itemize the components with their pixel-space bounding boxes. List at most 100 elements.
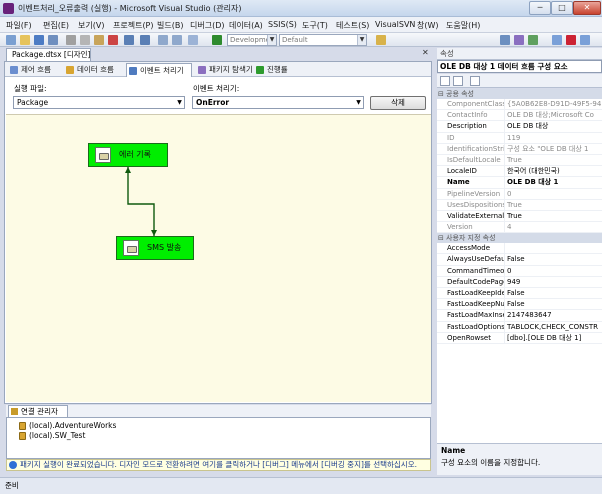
maximize-button[interactable]: □ bbox=[551, 1, 573, 15]
property-value[interactable]: 2147483647 bbox=[505, 310, 602, 320]
tab-connection-manager[interactable]: 연결 관리자 bbox=[8, 405, 68, 417]
property-row[interactable]: LocaleID 한국어 (대한민국) bbox=[437, 166, 602, 178]
save-all-icon[interactable] bbox=[48, 35, 58, 45]
property-row[interactable]: IsDefaultLocale True bbox=[437, 154, 602, 167]
menu-debug[interactable]: 디버그(D) bbox=[190, 20, 224, 31]
redo-icon[interactable] bbox=[140, 35, 150, 45]
property-value[interactable]: 0 bbox=[505, 266, 602, 276]
task-error-log[interactable]: 에러 기록 bbox=[88, 143, 168, 167]
property-row[interactable]: UsesDispositions True bbox=[437, 199, 602, 211]
property-row[interactable]: Name OLE DB 대상 1 bbox=[437, 177, 602, 189]
restart-icon[interactable] bbox=[580, 35, 590, 45]
property-row[interactable]: ID 119 bbox=[437, 132, 602, 144]
property-value[interactable]: True bbox=[505, 211, 602, 221]
property-value[interactable]: False bbox=[505, 299, 602, 309]
property-row[interactable]: DefaultCodePage 949 bbox=[437, 276, 602, 288]
document-tab-package[interactable]: Package.dtsx [디자인] bbox=[6, 48, 91, 61]
event-handler-canvas[interactable] bbox=[6, 114, 431, 402]
connection-manager-header bbox=[6, 405, 431, 417]
event-handler-select[interactable]: OnError ▼ bbox=[192, 96, 364, 109]
cut-icon[interactable] bbox=[66, 35, 76, 45]
stop-icon[interactable] bbox=[566, 35, 576, 45]
comment-icon[interactable] bbox=[188, 35, 198, 45]
menu-test[interactable]: 테스트(S) bbox=[336, 20, 369, 31]
close-button[interactable]: ✕ bbox=[573, 1, 601, 15]
property-value[interactable]: False bbox=[505, 288, 602, 298]
property-value[interactable]: OLE DB 대상 1 bbox=[505, 177, 602, 187]
property-row[interactable]: Description OLE DB 대상 bbox=[437, 121, 602, 133]
menu-project[interactable]: 프로젝트(P) bbox=[113, 20, 154, 31]
execution-info-bar[interactable]: 패키지 실행이 완료되었습니다. 디자인 모드로 전환하려면 여기를 클릭하거나… bbox=[6, 459, 431, 471]
property-value[interactable]: [dbo].[OLE DB 대상 1] bbox=[505, 333, 602, 343]
property-row[interactable]: CommandTimeout0 bbox=[437, 265, 602, 277]
category-custom[interactable]: 사용자 지정 속성 bbox=[437, 233, 602, 244]
tab-data-flow[interactable]: 데이터 흐름 bbox=[64, 63, 126, 77]
menu-edit[interactable]: 편집(E) bbox=[43, 20, 69, 31]
connection-adventureworks[interactable]: (local).AdventureWorks bbox=[19, 421, 116, 430]
property-value[interactable]: OLE DB 대상 bbox=[505, 121, 602, 131]
delete-icon[interactable] bbox=[108, 35, 118, 45]
property-value[interactable]: 949 bbox=[505, 277, 602, 287]
properties-object-select[interactable]: OLE DB 대상 1 데이터 흐름 구성 요소 bbox=[437, 60, 602, 73]
menu-view[interactable]: 보기(V) bbox=[78, 20, 104, 31]
menu-ssis[interactable]: SSIS(S) bbox=[268, 20, 297, 29]
menu-visualsvn[interactable]: VisualSVN bbox=[375, 20, 415, 29]
property-row[interactable]: IdentificationString구성 요소 "OLE DB 대상 1 bbox=[437, 143, 602, 155]
start-debug-icon[interactable] bbox=[212, 35, 222, 45]
navigate-forward-icon[interactable] bbox=[172, 35, 182, 45]
property-row[interactable]: PipelineVersion 0 bbox=[437, 188, 602, 200]
tab-package-explorer[interactable]: 패키지 탐색기 bbox=[196, 63, 260, 77]
property-value[interactable] bbox=[505, 243, 602, 253]
menu-tools[interactable]: 도구(T) bbox=[302, 20, 328, 31]
property-row[interactable]: FastLoadMaxInsertCommitSize2147483647 bbox=[437, 310, 602, 322]
solution-config-select[interactable]: Development ▼ bbox=[227, 34, 277, 46]
find-icon[interactable] bbox=[376, 35, 386, 45]
tab-progress[interactable]: 진행률 bbox=[254, 63, 300, 77]
property-name: PipelineVersion bbox=[437, 188, 505, 199]
save-icon[interactable] bbox=[34, 35, 44, 45]
copy-icon[interactable] bbox=[80, 35, 90, 45]
delete-button[interactable]: 삭제 bbox=[370, 96, 426, 110]
menu-data[interactable]: 데이터(A) bbox=[229, 20, 263, 31]
property-row[interactable]: FastLoadKeepIdentityFalse bbox=[437, 288, 602, 300]
menu-build[interactable]: 빌드(B) bbox=[157, 20, 183, 31]
executable-select[interactable]: Package ▼ bbox=[13, 96, 185, 109]
property-row[interactable]: Version 4 bbox=[437, 222, 602, 234]
property-row[interactable]: ContactInfo OLE DB 대상;Microsoft Co bbox=[437, 110, 602, 122]
property-row[interactable]: AlwaysUseDefaultCodePageFalse bbox=[437, 254, 602, 266]
solution-platform-select[interactable]: Default ▼ bbox=[279, 34, 367, 46]
open-icon[interactable] bbox=[20, 35, 30, 45]
tab-control-flow[interactable]: 제어 흐름 bbox=[8, 63, 64, 77]
menu-help[interactable]: 도움말(H) bbox=[446, 20, 480, 31]
paste-icon[interactable] bbox=[94, 35, 104, 45]
property-pages-icon[interactable] bbox=[470, 76, 480, 86]
property-row[interactable]: AccessMode bbox=[437, 243, 602, 255]
task-sms[interactable]: SMS 발송 bbox=[116, 236, 194, 260]
property-row[interactable]: OpenRowset [dbo].[OLE DB 대상 1] bbox=[437, 332, 602, 344]
property-row[interactable]: FastLoadKeepNullsFalse bbox=[437, 299, 602, 311]
navigate-back-icon[interactable] bbox=[158, 35, 168, 45]
menu-window[interactable]: 창(W) bbox=[417, 20, 439, 31]
categorized-icon[interactable] bbox=[440, 76, 450, 86]
close-document-icon[interactable]: ✕ bbox=[422, 48, 429, 57]
new-project-icon[interactable] bbox=[6, 35, 16, 45]
connection-sw-test[interactable]: (local).SW_Test bbox=[19, 431, 85, 440]
alphabetical-icon[interactable] bbox=[453, 76, 463, 86]
menu-file[interactable]: 파일(F) bbox=[6, 20, 32, 31]
property-value[interactable]: 한국어 (대한민국) bbox=[505, 166, 602, 176]
property-value: 구성 요소 "OLE DB 대상 1 bbox=[507, 144, 589, 153]
minimize-button[interactable]: ─ bbox=[529, 1, 551, 15]
property-row[interactable]: ComponentClassID{5A0B62E8-D91D-49F5-94 bbox=[437, 99, 602, 111]
properties-window-icon[interactable] bbox=[514, 35, 524, 45]
pause-icon[interactable] bbox=[552, 35, 562, 45]
property-row[interactable]: FastLoadOptions TABLOCK,CHECK_CONSTR bbox=[437, 321, 602, 333]
tab-progress-label: 진행률 bbox=[267, 65, 288, 74]
property-value[interactable]: TABLOCK,CHECK_CONSTR bbox=[505, 322, 602, 332]
solution-explorer-icon[interactable] bbox=[500, 35, 510, 45]
toolbox-icon[interactable] bbox=[528, 35, 538, 45]
undo-icon[interactable] bbox=[124, 35, 134, 45]
tab-event-handlers[interactable]: 이벤트 처리기 bbox=[126, 63, 192, 77]
property-row[interactable]: ValidateExternalMetadataTrue bbox=[437, 210, 602, 223]
property-value[interactable]: False bbox=[505, 254, 602, 264]
category-common[interactable]: 공용 속성 bbox=[437, 89, 602, 99]
